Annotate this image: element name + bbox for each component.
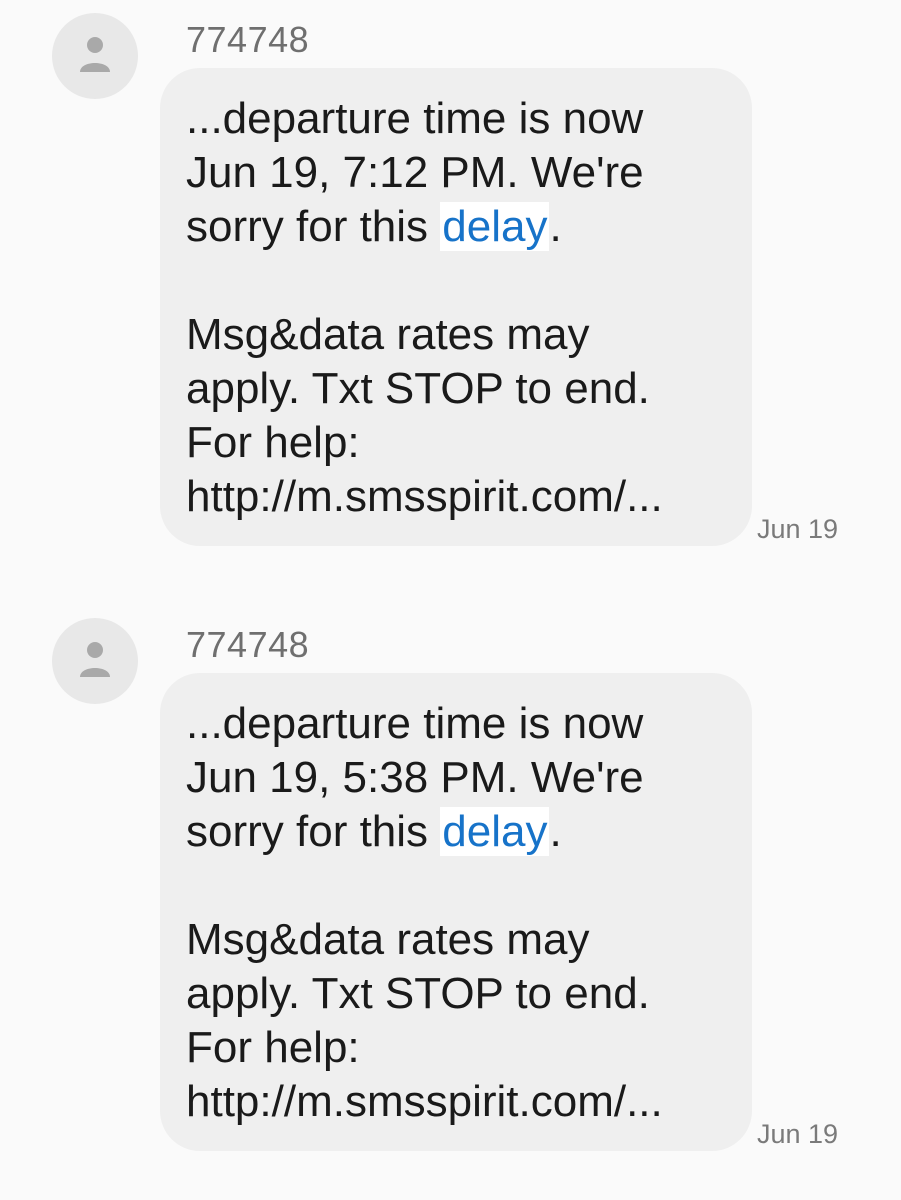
message-line: Jun 19, 5:38 PM. We're (186, 753, 644, 802)
message-line: apply. Txt STOP to end. (186, 364, 650, 413)
delay-link[interactable]: delay (440, 202, 550, 251)
message-timestamp: Jun 19 (757, 514, 839, 544)
message-line: Msg&data rates may (186, 310, 590, 359)
message-line: For help: (186, 418, 360, 467)
help-url-link[interactable]: http://m.smsspirit.com/... (186, 470, 732, 524)
delay-link[interactable]: delay (440, 807, 550, 856)
message-line: ...departure time is now (186, 94, 644, 143)
message-timestamp: Jun 19 (757, 1119, 839, 1149)
person-icon (80, 642, 110, 677)
help-url-link[interactable]: http://m.smsspirit.com/... (186, 1075, 732, 1129)
person-icon (80, 37, 110, 72)
message-text: . (549, 202, 562, 251)
sender-number: 774748 (186, 624, 310, 665)
message-line: Msg&data rates may (186, 915, 590, 964)
message-line: Jun 19, 7:12 PM. We're (186, 148, 644, 197)
message-bubble[interactable]: ...departure time is now Jun 19, 7:12 PM… (160, 68, 752, 546)
message-text: sorry for this (186, 807, 441, 856)
message-line: sorry for this delay. (186, 805, 732, 859)
message-bubble[interactable]: ...departure time is now Jun 19, 5:38 PM… (160, 673, 752, 1151)
message-text: . (549, 807, 562, 856)
avatar[interactable] (52, 13, 138, 99)
message-text: sorry for this (186, 202, 441, 251)
message-line: For help: (186, 1023, 360, 1072)
message-line: sorry for this delay. (186, 200, 732, 254)
avatar[interactable] (52, 618, 138, 704)
message-line: apply. Txt STOP to end. (186, 969, 650, 1018)
sender-number: 774748 (186, 19, 310, 60)
message-line: ...departure time is now (186, 699, 644, 748)
